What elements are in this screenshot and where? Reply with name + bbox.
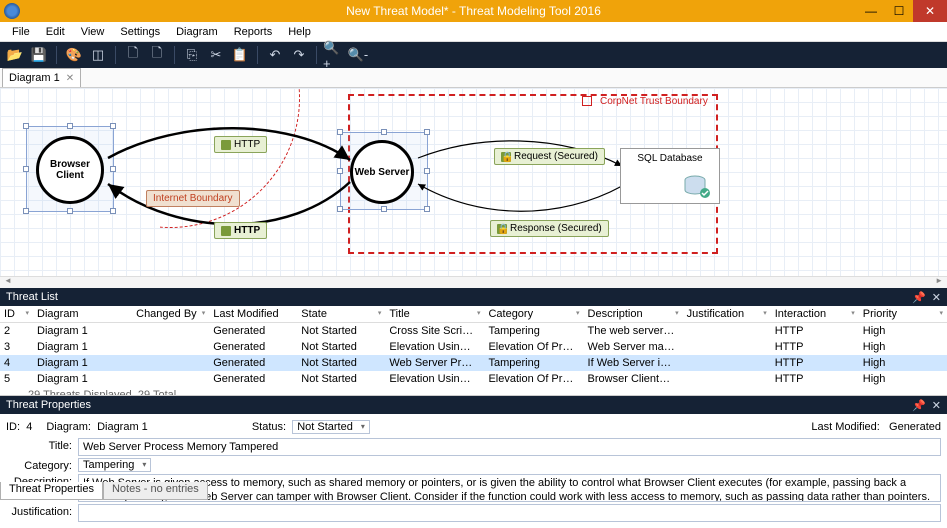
http-label-1[interactable]: HTTP <box>214 136 267 153</box>
corpnet-checkbox-icon[interactable] <box>582 96 592 106</box>
col-priority[interactable]: Priority▾ <box>859 306 947 323</box>
open-icon[interactable]: 📂 <box>4 44 26 66</box>
title-bar: New Threat Model* - Threat Modeling Tool… <box>0 0 947 22</box>
save-icon[interactable]: 💾 <box>28 44 50 66</box>
tab-threat-properties[interactable]: Threat Properties <box>0 482 103 500</box>
undo-icon[interactable]: ↶ <box>264 44 286 66</box>
table-row[interactable]: 5Diagram 1GeneratedNot StartedElevation … <box>0 371 947 387</box>
status-select[interactable]: Not Started <box>292 420 370 434</box>
close-panel-icon[interactable]: ✕ <box>932 399 941 412</box>
col-diagram[interactable]: Diagram <box>33 306 132 323</box>
pin-icon[interactable]: 📌 <box>912 399 926 412</box>
cut-icon[interactable]: ✂ <box>205 44 227 66</box>
threat-list-title: Threat List <box>6 291 58 303</box>
paste-icon[interactable]: 📋 <box>229 44 251 66</box>
prop-id-value: 4 <box>26 421 32 433</box>
app-icon <box>4 3 20 19</box>
col-justification[interactable]: Justification▾ <box>683 306 771 323</box>
menu-reports[interactable]: Reports <box>226 24 281 40</box>
threat-properties-header: Threat Properties 📌 ✕ <box>0 396 947 414</box>
copy-icon[interactable]: ⎘ <box>181 44 203 66</box>
corpnet-trust-label: CorpNet Trust Boundary <box>600 96 708 107</box>
browser-client-node[interactable]: Browser Client <box>36 136 104 204</box>
web-server-node[interactable]: Web Server <box>350 140 414 204</box>
redo-icon[interactable]: ↷ <box>288 44 310 66</box>
threat-properties-title: Threat Properties <box>6 399 91 411</box>
menu-file[interactable]: File <box>4 24 38 40</box>
grid-header-row: ID▾ Diagram Changed By▾ Last Modified St… <box>0 306 947 323</box>
diagram-canvas[interactable]: CorpNet Trust Boundary <box>0 88 947 276</box>
col-category[interactable]: Category▾ <box>484 306 583 323</box>
threat-list-grid[interactable]: ID▾ Diagram Changed By▾ Last Modified St… <box>0 306 947 396</box>
database-icon <box>683 175 711 199</box>
request-secured-label[interactable]: 🔒Request (Secured) <box>494 148 605 165</box>
palette-icon[interactable]: 🎨 <box>63 44 85 66</box>
http-label-2[interactable]: HTTP <box>214 222 267 239</box>
tab-diagram-1[interactable]: Diagram 1 ✕ <box>2 68 81 87</box>
col-last-modified[interactable]: Last Modified <box>209 306 297 323</box>
bottom-tabstrip: Threat Properties Notes - no entries <box>0 482 208 500</box>
tab-notes[interactable]: Notes - no entries <box>103 482 208 500</box>
menu-edit[interactable]: Edit <box>38 24 73 40</box>
table-row[interactable]: 3Diagram 1GeneratedNot StartedElevation … <box>0 339 947 355</box>
menu-bar: File Edit View Settings Diagram Reports … <box>0 22 947 42</box>
maximize-button[interactable]: ☐ <box>885 0 913 22</box>
table-row[interactable]: 4Diagram 1GeneratedNot StartedWeb Server… <box>0 355 947 371</box>
response-secured-label[interactable]: 🔒Response (Secured) <box>490 220 609 237</box>
prop-last-modified-value: Generated <box>889 421 941 433</box>
tab-label: Diagram 1 <box>9 72 60 84</box>
menu-settings[interactable]: Settings <box>112 24 168 40</box>
menu-diagram[interactable]: Diagram <box>168 24 226 40</box>
diagram-tabstrip: Diagram 1 ✕ <box>0 68 947 88</box>
col-state[interactable]: State▾ <box>297 306 385 323</box>
justification-input[interactable] <box>78 504 941 522</box>
col-title[interactable]: Title▾ <box>385 306 484 323</box>
threat-list-header: Threat List 📌 ✕ <box>0 288 947 306</box>
lock-icon: 🔒 <box>501 152 511 162</box>
close-panel-icon[interactable]: ✕ <box>932 291 941 304</box>
diagram-canvas-wrap: CorpNet Trust Boundary <box>0 88 947 276</box>
close-button[interactable]: ✕ <box>913 0 947 22</box>
sql-database-node[interactable]: SQL Database <box>620 148 720 204</box>
prop-diagram-value: Diagram 1 <box>97 421 148 433</box>
zoom-in-icon[interactable]: 🔍+ <box>323 44 345 66</box>
internet-boundary-label[interactable]: Internet Boundary <box>146 190 240 207</box>
col-description[interactable]: Description▾ <box>584 306 683 323</box>
pin-icon[interactable]: 📌 <box>912 291 926 304</box>
table-row[interactable]: 2Diagram 1GeneratedNot StartedCross Site… <box>0 323 947 340</box>
threat-properties-panel: ID: 4 Diagram: Diagram 1 Status: Not Sta… <box>0 414 947 528</box>
new-page-icon[interactable]: 🗋 <box>122 44 144 66</box>
col-id[interactable]: ID▾ <box>0 306 33 323</box>
col-interaction[interactable]: Interaction▾ <box>771 306 859 323</box>
col-changed-by[interactable]: Changed By▾ <box>132 306 209 323</box>
toolbar: 📂 💾 🎨 ◫ 🗋 🗋 ⎘ ✂ 📋 ↶ ↷ 🔍+ 🔍- <box>0 42 947 68</box>
delete-page-icon[interactable]: 🗋 <box>146 44 168 66</box>
title-input[interactable] <box>78 438 941 456</box>
close-tab-icon[interactable]: ✕ <box>66 73 74 84</box>
canvas-scroll[interactable] <box>0 276 947 288</box>
lock-icon: 🔒 <box>497 224 507 234</box>
template-icon[interactable]: ◫ <box>87 44 109 66</box>
minimize-button[interactable]: — <box>857 0 885 22</box>
menu-view[interactable]: View <box>73 24 113 40</box>
zoom-out-icon[interactable]: 🔍- <box>347 44 369 66</box>
threat-list-footer: 29 Threats Displayed, 29 Total <box>0 387 947 396</box>
menu-help[interactable]: Help <box>280 24 319 40</box>
window-title: New Threat Model* - Threat Modeling Tool… <box>0 4 947 18</box>
category-select[interactable]: Tampering <box>78 458 151 472</box>
